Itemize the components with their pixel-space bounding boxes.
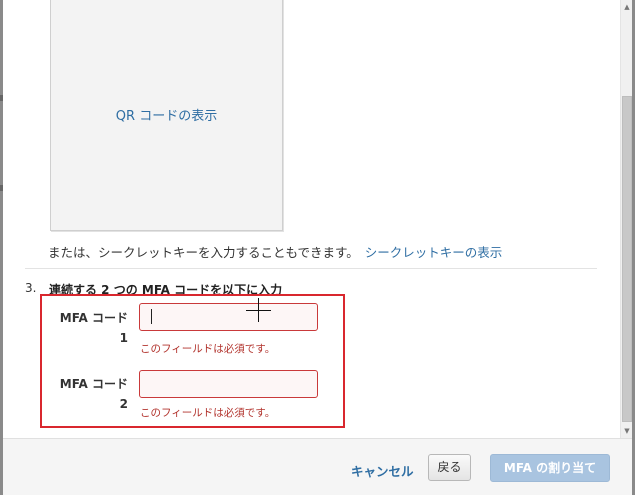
assign-mfa-dialog: QR コードの表示 または、シークレットキーを入力することもできます。 シークレッ… (3, 0, 632, 495)
mfa-code-1-label: MFA コード 1 (58, 308, 128, 348)
mfa-code-2-label: MFA コード 2 (58, 374, 128, 414)
secret-key-text: または、シークレットキーを入力することもできます。 (48, 245, 359, 260)
dialog-footer: キャンセル 戻る MFA の割り当て (3, 438, 632, 495)
mfa-code-2-label-number: 2 (119, 397, 128, 411)
mfa-code-2-label-text: MFA コード (59, 377, 128, 391)
mfa-code-1-error: このフィールドは必須です。 (140, 343, 276, 355)
scroll-down-icon[interactable]: ▼ (621, 424, 633, 438)
vertical-scrollbar[interactable]: ▲ ▼ (620, 0, 632, 438)
qr-code-box: QR コードの表示 (50, 0, 283, 231)
crosshair-cursor (258, 298, 259, 322)
assign-mfa-button[interactable]: MFA の割り当て (490, 454, 610, 482)
scroll-up-icon[interactable]: ▲ (621, 0, 633, 14)
mfa-code-1-input[interactable] (139, 303, 318, 331)
dialog-content: QR コードの表示 または、シークレットキーを入力することもできます。 シークレッ… (3, 0, 620, 438)
mfa-code-1-label-number: 1 (119, 331, 128, 345)
secret-key-line: または、シークレットキーを入力することもできます。 シークレットキーの表示 (48, 242, 502, 261)
show-qr-code-link[interactable]: QR コードの表示 (51, 105, 282, 124)
show-secret-key-link[interactable]: シークレットキーの表示 (365, 245, 503, 260)
mfa-code-2-error: このフィールドは必須です。 (140, 407, 276, 419)
scrollbar-thumb[interactable] (622, 96, 632, 422)
back-button[interactable]: 戻る (428, 454, 471, 481)
step-number: 3. (25, 281, 37, 295)
cancel-button[interactable]: キャンセル (351, 461, 414, 480)
mfa-code-2-input[interactable] (139, 370, 318, 398)
mfa-code-1-label-text: MFA コード (59, 311, 128, 325)
section-divider (25, 268, 597, 269)
text-caret (151, 309, 152, 324)
